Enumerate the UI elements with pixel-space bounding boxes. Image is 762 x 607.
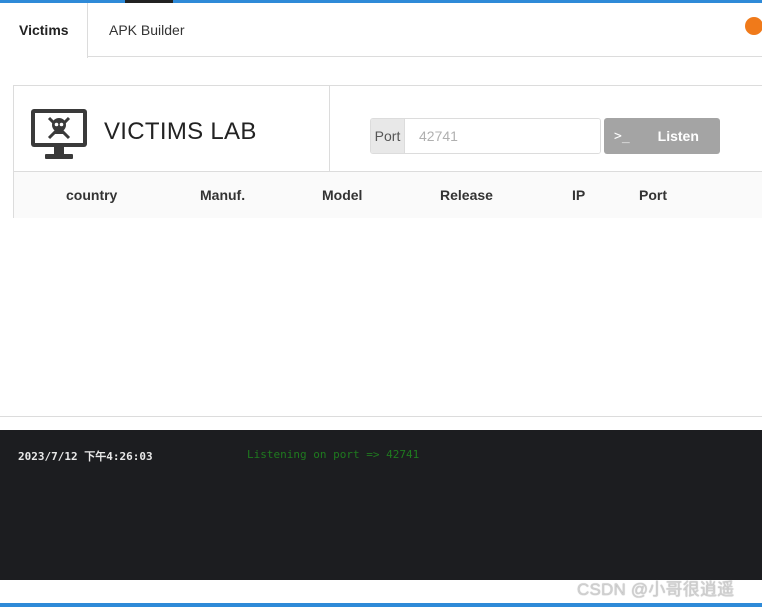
bottom-accent-bar	[0, 603, 762, 607]
column-header-release[interactable]: Release	[440, 172, 493, 218]
column-header-model[interactable]: Model	[322, 172, 362, 218]
column-header-manufacturer[interactable]: Manuf.	[200, 172, 245, 218]
monitor-skull-icon	[31, 109, 87, 159]
column-header-ip[interactable]: IP	[572, 172, 585, 218]
log-message: Listening on port => 42741	[247, 448, 420, 461]
header-divider	[329, 86, 330, 172]
column-header-port[interactable]: Port	[639, 172, 667, 218]
tab-victims[interactable]: Victims	[0, 3, 88, 58]
port-input-group: Port	[370, 118, 601, 154]
panel-header: VICTIMS LAB Port >_ Listen	[14, 86, 762, 172]
log-timestamp: 2023/7/12 下午4:26:03	[18, 450, 153, 463]
victims-panel: VICTIMS LAB Port >_ Listen country Manuf…	[13, 85, 762, 218]
log-console[interactable]: 2023/7/12 下午4:26:03 Listening on port =>…	[0, 430, 762, 580]
port-label: Port	[371, 119, 405, 153]
port-input[interactable]	[405, 119, 600, 153]
terminal-icon: >_	[614, 128, 630, 144]
column-header-country[interactable]: country	[66, 172, 117, 218]
listen-button[interactable]: >_ Listen	[604, 118, 720, 154]
status-indicator-dot	[745, 17, 762, 35]
tab-bar: Victims APK Builder	[0, 3, 762, 58]
listen-button-label: Listen	[657, 128, 699, 144]
lab-title: VICTIMS LAB	[104, 118, 257, 145]
console-divider	[0, 416, 762, 417]
csdn-watermark: CSDN @小哥很逍遥	[577, 580, 735, 599]
tab-apk-builder[interactable]: APK Builder	[90, 3, 203, 57]
victims-table-header: country Manuf. Model Release IP Port	[14, 172, 762, 218]
